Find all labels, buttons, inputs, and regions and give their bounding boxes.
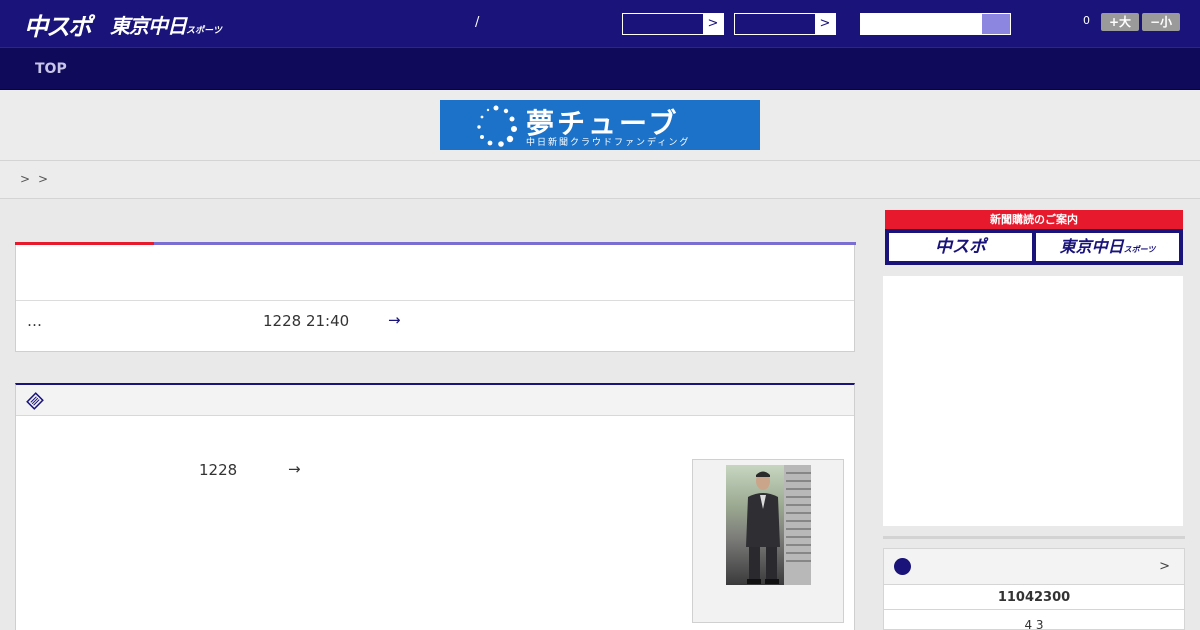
- divider: [883, 536, 1185, 539]
- photo-frame: [692, 459, 844, 623]
- breadcrumb-separator: >: [20, 172, 31, 186]
- subscription-title: 新聞購読のご案内: [885, 210, 1183, 229]
- font-larger-button[interactable]: +大: [1101, 13, 1139, 31]
- chevron-right-icon[interactable]: >: [1159, 559, 1170, 574]
- subscribe-tokyo-button[interactable]: 東京中日スポーツ: [1036, 233, 1179, 261]
- divider: [16, 300, 854, 301]
- chuspo-logo[interactable]: 中スポ: [24, 7, 92, 42]
- breadcrumb-separator: >: [38, 172, 49, 186]
- tokyo-logo-text: 東京中日: [110, 14, 187, 38]
- category-select-2[interactable]: >: [734, 13, 836, 35]
- nav-item-top[interactable]: TOP: [35, 61, 67, 77]
- subscribe-tokyo-small: スポーツ: [1123, 245, 1156, 254]
- font-smaller-button[interactable]: −小: [1142, 13, 1180, 31]
- newspaper-icon: [26, 392, 44, 410]
- subscribe-chuspo-button[interactable]: 中スポ: [889, 233, 1032, 261]
- site-header: 中スポ 東京中日スポーツ / > > 0 +大 −小: [0, 0, 1200, 48]
- banner-row: 夢チューブ 中日新聞クラウドファンディング: [0, 90, 1200, 161]
- breadcrumb: > >: [0, 161, 1200, 199]
- article-body-box: 1228 →: [15, 383, 855, 630]
- accent-bar-purple: [154, 242, 856, 245]
- main-nav: TOP: [0, 48, 1200, 90]
- yume-tube-banner[interactable]: 夢チューブ 中日新聞クラウドファンディング: [440, 100, 760, 150]
- accent-bar-red: [15, 242, 154, 245]
- person-photo[interactable]: [726, 465, 811, 585]
- person-figure-icon: [746, 465, 811, 585]
- search-box: [860, 13, 1011, 35]
- advertisement-box[interactable]: [883, 276, 1183, 526]
- subscription-box: 新聞購読のご案内 中スポ 東京中日スポーツ: [885, 210, 1183, 265]
- tokyo-logo-small: スポーツ: [186, 26, 222, 36]
- dots-logo-icon: [477, 105, 517, 147]
- subscribe-tokyo-label: 東京中日: [1059, 237, 1124, 256]
- search-button[interactable]: [982, 14, 1010, 34]
- score-row: 4 3: [883, 610, 1185, 630]
- score-row: 11042300: [883, 585, 1185, 610]
- search-input[interactable]: [861, 14, 983, 34]
- article-body-arrow[interactable]: →: [288, 460, 301, 478]
- article-link-arrow[interactable]: →: [388, 311, 401, 329]
- article-header-box: … 1228 21:40 →: [15, 242, 856, 352]
- tokyo-chunichi-logo[interactable]: 東京中日スポーツ: [110, 10, 222, 39]
- header-slash: /: [475, 15, 480, 30]
- chevron-right-icon[interactable]: >: [815, 14, 835, 34]
- baseball-score-header[interactable]: >: [883, 548, 1185, 585]
- banner-subtitle: 中日新聞クラウドファンディング: [526, 138, 691, 148]
- chevron-right-icon[interactable]: >: [703, 14, 723, 34]
- article-ellipsis: …: [27, 312, 42, 330]
- article-body-header: [16, 385, 854, 416]
- baseball-icon: [894, 558, 911, 575]
- article-date: 1228 21:40: [263, 312, 350, 330]
- category-select-1[interactable]: >: [622, 13, 724, 35]
- article-body-date: 1228: [199, 461, 238, 479]
- font-size-count: 0: [1083, 14, 1090, 27]
